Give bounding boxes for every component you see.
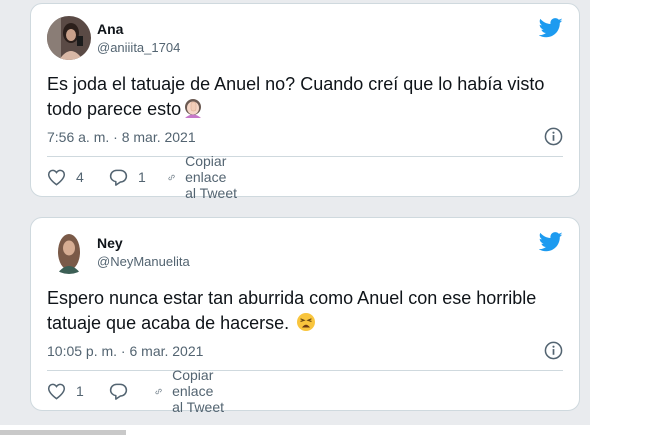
like-button[interactable]: 4 — [47, 167, 84, 187]
reply-button[interactable]: 1 — [109, 167, 146, 187]
avatar[interactable] — [47, 230, 91, 274]
tweet-card-ney[interactable]: Ney @NeyManuelita Espero nunca estar tan… — [30, 217, 580, 415]
copy-link-button[interactable]: Copiar enlace al Tweet — [168, 153, 238, 201]
author-name[interactable]: Ney — [97, 235, 123, 251]
reply-bubble-icon — [109, 169, 128, 186]
divider — [47, 156, 563, 157]
twitter-bird-icon[interactable] — [539, 232, 563, 252]
like-button[interactable]: 1 — [47, 381, 84, 401]
reply-bubble-icon — [109, 383, 128, 400]
weary-face-emoji — [297, 313, 316, 331]
tweet-card-ana[interactable]: Ana @aniiita_1704 Es joda el tatuaje de … — [30, 3, 580, 201]
link-icon — [168, 174, 175, 180]
info-icon[interactable] — [544, 127, 563, 146]
tweet-text: Es joda el tatuaje de Anuel no? Cuando c… — [47, 74, 545, 119]
tweet-text: Espero nunca estar tan aburrida como Anu… — [47, 288, 537, 333]
author-handle[interactable]: @NeyManuelita — [97, 254, 190, 269]
divider — [47, 370, 563, 371]
tweet-timestamp[interactable]: 7:56 a. m. · 8 mar. 2021 — [47, 129, 196, 145]
link-icon — [155, 388, 162, 394]
info-icon[interactable] — [544, 341, 563, 360]
copy-link-button[interactable]: Copiar enlace al Tweet — [155, 367, 225, 415]
tweet-timestamp[interactable]: 10:05 p. m. · 6 mar. 2021 — [47, 343, 203, 359]
woman-facepalming-emoji — [185, 99, 202, 118]
twitter-bird-icon[interactable] — [539, 18, 563, 38]
like-count: 1 — [76, 383, 84, 399]
horizontal-scrollbar[interactable] — [0, 430, 126, 435]
reply-count: 1 — [138, 169, 146, 185]
copy-link-label: Copiar enlace al Tweet — [185, 153, 237, 201]
heart-icon — [47, 169, 66, 186]
reply-button[interactable] — [109, 381, 138, 401]
author-handle[interactable]: @aniiita_1704 — [97, 40, 180, 55]
copy-link-label: Copiar enlace al Tweet — [172, 367, 224, 415]
author-name[interactable]: Ana — [97, 21, 123, 37]
like-count: 4 — [76, 169, 84, 185]
heart-icon — [47, 383, 66, 400]
avatar[interactable] — [47, 16, 91, 60]
